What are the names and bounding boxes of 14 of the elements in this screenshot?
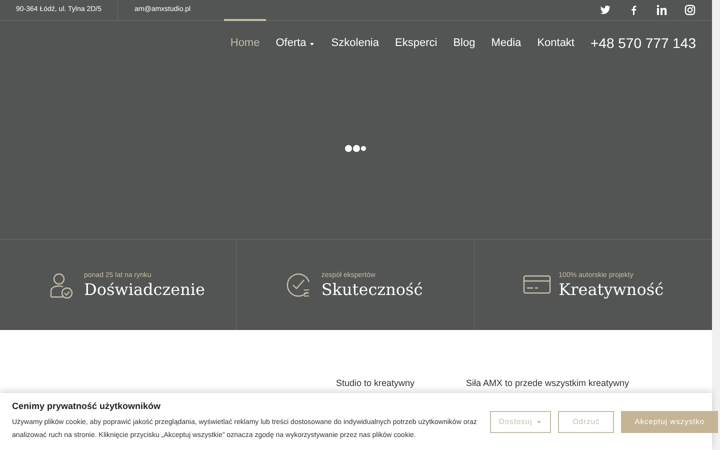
feature-title: Doświadczenie bbox=[84, 281, 206, 300]
nav-link[interactable]: Blog bbox=[445, 21, 484, 66]
feature-title: Kreatywność bbox=[558, 281, 664, 300]
nav-link[interactable]: Szkolenia bbox=[323, 21, 387, 66]
cookie-title: Cenimy prywatność użytkowników bbox=[12, 400, 162, 413]
nav-link[interactable]: Home bbox=[222, 21, 268, 66]
feature-title: Skuteczność bbox=[321, 281, 423, 300]
phone-number[interactable]: +48 570 777 143 bbox=[590, 33, 696, 54]
nav-link[interactable]: Eksperci bbox=[387, 21, 446, 66]
nav-link[interactable]: Oferta bbox=[268, 21, 324, 66]
nav-link[interactable]: Kontakt bbox=[529, 21, 582, 66]
intro-text: Studio to kreatywny bbox=[336, 378, 416, 389]
nav-link[interactable]: Media bbox=[483, 21, 530, 66]
intro-text: Siła AMX to przede wszystkim kreatywny bbox=[466, 378, 630, 389]
